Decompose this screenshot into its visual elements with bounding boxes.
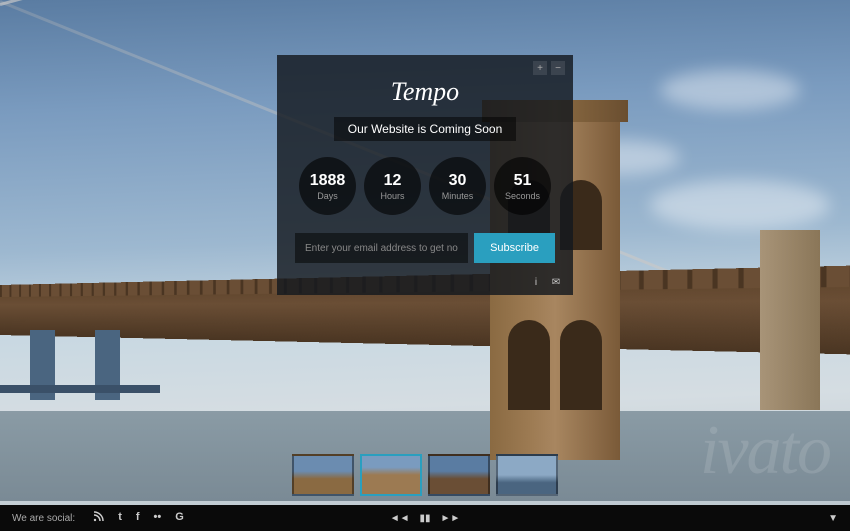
email-input[interactable] <box>295 233 468 263</box>
seconds-value: 51 <box>514 172 532 190</box>
rss-icon[interactable] <box>93 511 104 525</box>
thumbnail-4[interactable] <box>496 454 558 496</box>
subscribe-button[interactable]: Subscribe <box>474 233 555 263</box>
thumbnail-strip <box>292 454 558 496</box>
countdown-hours: 12 Hours <box>364 157 421 215</box>
card-window-controls: + − <box>533 61 565 75</box>
social-icons: t f •• G <box>93 511 184 525</box>
building <box>760 230 820 410</box>
google-icon[interactable]: G <box>175 511 184 525</box>
days-label: Days <box>317 191 338 201</box>
flickr-icon[interactable]: •• <box>154 511 162 525</box>
subscribe-row: Subscribe <box>295 233 555 263</box>
info-icon[interactable]: i <box>529 275 543 289</box>
bridge-arch <box>508 320 550 410</box>
coming-soon-card: + − Tempo Our Website is Coming Soon 188… <box>277 55 573 295</box>
cloud <box>660 70 800 110</box>
collapse-button[interactable]: − <box>551 61 565 75</box>
toggle-thumbnails-icon[interactable]: ▼ <box>828 513 838 524</box>
expand-button[interactable]: + <box>533 61 547 75</box>
watermark: ivato <box>700 411 830 491</box>
thumbnail-1[interactable] <box>292 454 354 496</box>
minutes-label: Minutes <box>442 191 474 201</box>
distant-bridge <box>0 330 160 410</box>
player-controls: ◄◄ ▮▮ ►► <box>390 513 461 524</box>
hours-label: Hours <box>380 191 404 201</box>
logo-text: Tempo <box>295 77 555 107</box>
countdown-days: 1888 Days <box>299 157 356 215</box>
countdown-minutes: 30 Minutes <box>429 157 486 215</box>
pause-button[interactable]: ▮▮ <box>419 513 430 524</box>
next-button[interactable]: ►► <box>441 513 461 524</box>
card-footer-icons: i ✉ <box>529 275 563 289</box>
minutes-value: 30 <box>449 172 467 190</box>
social-label: We are social: <box>12 513 75 524</box>
cloud <box>650 180 830 230</box>
hours-value: 12 <box>384 172 402 190</box>
days-value: 1888 <box>310 172 346 190</box>
thumbnail-3[interactable] <box>428 454 490 496</box>
facebook-icon[interactable]: f <box>136 511 140 525</box>
prev-button[interactable]: ◄◄ <box>390 513 410 524</box>
countdown-seconds: 51 Seconds <box>494 157 551 215</box>
tagline: Our Website is Coming Soon <box>334 117 517 141</box>
countdown: 1888 Days 12 Hours 30 Minutes 51 Seconds <box>295 157 555 215</box>
thumbnail-2[interactable] <box>360 454 422 496</box>
seconds-label: Seconds <box>505 191 540 201</box>
twitter-icon[interactable]: t <box>118 511 122 525</box>
mail-icon[interactable]: ✉ <box>549 275 563 289</box>
footer-bar: We are social: t f •• G ◄◄ ▮▮ ►► ▼ <box>0 505 850 531</box>
bridge-arch <box>560 320 602 410</box>
